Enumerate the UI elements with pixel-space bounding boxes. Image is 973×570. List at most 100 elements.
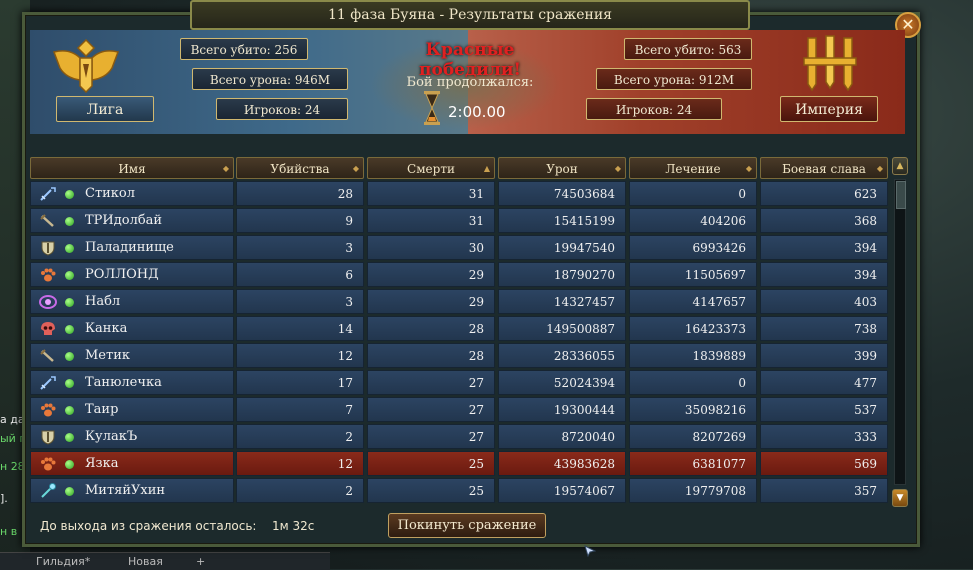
- chat-line: ый п: [0, 432, 24, 445]
- column-damage[interactable]: Урон ◆: [498, 157, 626, 179]
- online-status-icon: [65, 460, 74, 469]
- table-scrollbar[interactable]: ▲ ▼: [892, 157, 908, 507]
- chat-tab-add[interactable]: +: [196, 555, 205, 568]
- chat-line: н 28: [0, 460, 24, 473]
- column-healing[interactable]: Лечение ◆: [629, 157, 757, 179]
- cell-name: КулакЪ: [30, 424, 234, 449]
- cell-damage: 18790270: [498, 262, 626, 287]
- cell-healing: 11505697: [629, 262, 757, 287]
- cell-deaths: 27: [367, 397, 495, 422]
- column-glory[interactable]: Боевая слава ◆: [760, 157, 888, 179]
- player-name: РОЛЛОНД: [85, 267, 159, 282]
- player-name: Таир: [85, 402, 119, 417]
- online-status-icon: [65, 325, 74, 334]
- table-row[interactable]: Набл 3 29 14327457 4147657 403: [30, 289, 888, 315]
- cell-deaths: 29: [367, 262, 495, 287]
- cell-deaths: 28: [367, 316, 495, 341]
- cell-deaths: 25: [367, 478, 495, 503]
- cell-name: Паладинище: [30, 235, 234, 260]
- cursor-icon: [584, 545, 596, 557]
- cell-glory: 537: [760, 397, 888, 422]
- empire-name: Империя: [780, 96, 878, 122]
- scroll-down-button[interactable]: ▼: [892, 489, 908, 507]
- scroll-up-button[interactable]: ▲: [892, 157, 908, 175]
- cell-kills: 28: [236, 181, 364, 206]
- chat-line: ].: [0, 492, 8, 505]
- league-players: Игроков: 24: [216, 98, 348, 120]
- table-row[interactable]: МитяйУхин 2 25 19574067 19779708 357: [30, 478, 888, 504]
- cell-kills: 2: [236, 424, 364, 449]
- exit-countdown-label: До выхода из сражения осталось:: [40, 519, 257, 533]
- cell-glory: 569: [760, 451, 888, 476]
- online-status-icon: [65, 487, 74, 496]
- table-row[interactable]: ТРИдолбай 9 31 15415199 404206 368: [30, 208, 888, 234]
- table-row[interactable]: РОЛЛОНД 6 29 18790270 11505697 394: [30, 262, 888, 288]
- cell-kills: 3: [236, 289, 364, 314]
- sword-icon: [39, 186, 57, 202]
- online-status-icon: [65, 217, 74, 226]
- cell-name: Танюлечка: [30, 370, 234, 395]
- online-status-icon: [65, 298, 74, 307]
- league-kills: Всего убито: 256: [180, 38, 308, 60]
- cell-damage: 19300444: [498, 397, 626, 422]
- table-row[interactable]: Язка 12 25 43983628 6381077 569: [30, 451, 888, 477]
- cell-glory: 738: [760, 316, 888, 341]
- cell-name: Таир: [30, 397, 234, 422]
- table-row[interactable]: Таир 7 27 19300444 35098216 537: [30, 397, 888, 423]
- online-status-icon: [65, 190, 74, 199]
- online-status-icon: [65, 379, 74, 388]
- player-name: Стикол: [85, 186, 136, 201]
- cell-name: ТРИдолбай: [30, 208, 234, 233]
- cell-healing: 404206: [629, 208, 757, 233]
- cell-healing: 35098216: [629, 397, 757, 422]
- cell-name: Набл: [30, 289, 234, 314]
- cell-deaths: 31: [367, 208, 495, 233]
- cell-deaths: 25: [367, 451, 495, 476]
- cell-kills: 12: [236, 343, 364, 368]
- scroll-track[interactable]: [894, 179, 906, 485]
- duration-value: 2:00.00: [448, 103, 506, 121]
- cell-damage: 19947540: [498, 235, 626, 260]
- shield-icon: [39, 240, 57, 256]
- hourglass-icon: [424, 91, 440, 125]
- sword-icon: [39, 375, 57, 391]
- league-name: Лига: [56, 96, 154, 122]
- player-name: Танюлечка: [85, 375, 162, 390]
- cell-healing: 19779708: [629, 478, 757, 503]
- cell-glory: 399: [760, 343, 888, 368]
- table-row[interactable]: Канка 14 28 149500887 16423373 738: [30, 316, 888, 342]
- cell-damage: 8720040: [498, 424, 626, 449]
- chat-tab-new[interactable]: Новая: [128, 555, 163, 568]
- table-row[interactable]: Танюлечка 17 27 52024394 0 477: [30, 370, 888, 396]
- player-name: Канка: [85, 321, 128, 336]
- dagger-icon: [39, 213, 57, 229]
- player-name: Язка: [85, 456, 119, 471]
- table-row[interactable]: Стикол 28 31 74503684 0 623: [30, 181, 888, 207]
- cell-name: РОЛЛОНД: [30, 262, 234, 287]
- skull-icon: [39, 321, 57, 337]
- empire-kills: Всего убито: 563: [624, 38, 752, 60]
- column-kills[interactable]: Убийства ◆: [236, 157, 364, 179]
- player-name: Метик: [85, 348, 130, 363]
- cell-damage: 149500887: [498, 316, 626, 341]
- cell-kills: 12: [236, 451, 364, 476]
- dagger-icon: [39, 348, 57, 364]
- column-name[interactable]: Имя ◆: [30, 157, 234, 179]
- cell-damage: 43983628: [498, 451, 626, 476]
- shield-icon: [39, 429, 57, 445]
- table-row[interactable]: КулакЪ 2 27 8720040 8207269 333: [30, 424, 888, 450]
- chat-tab-guild[interactable]: Гильдия*: [36, 555, 90, 568]
- table-row[interactable]: Паладинище 3 30 19947540 6993426 394: [30, 235, 888, 261]
- paw-icon: [39, 456, 57, 472]
- cell-glory: 333: [760, 424, 888, 449]
- cell-name: Метик: [30, 343, 234, 368]
- cell-glory: 403: [760, 289, 888, 314]
- staff-icon: [39, 483, 57, 499]
- cell-damage: 19574067: [498, 478, 626, 503]
- table-row[interactable]: Метик 12 28 28336055 1839889 399: [30, 343, 888, 369]
- column-deaths[interactable]: Смерти ▲: [367, 157, 495, 179]
- scroll-thumb[interactable]: [896, 181, 906, 209]
- leave-battle-button[interactable]: Покинуть сражение: [388, 513, 546, 538]
- cell-deaths: 31: [367, 181, 495, 206]
- empire-emblem-icon: [803, 35, 857, 92]
